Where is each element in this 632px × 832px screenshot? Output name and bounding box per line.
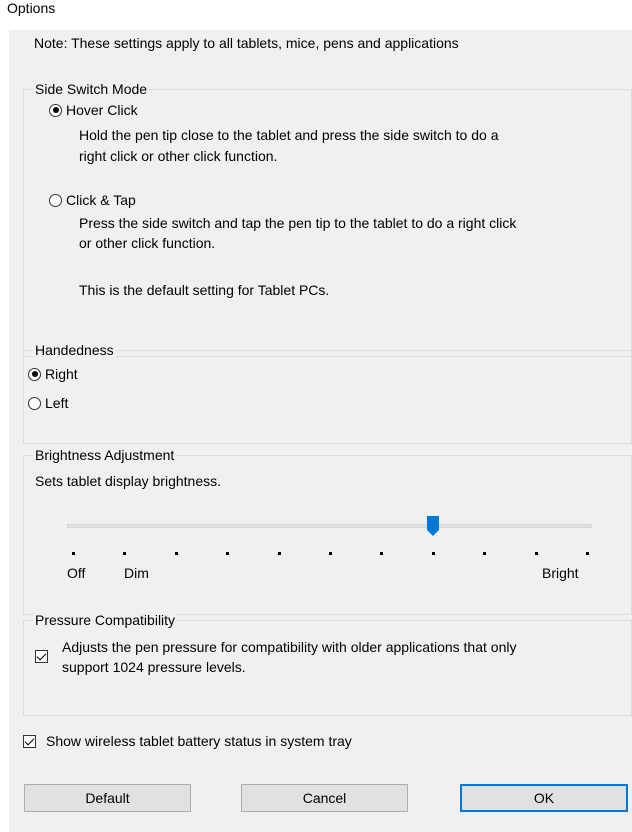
radio-indicator[interactable] bbox=[49, 103, 62, 117]
pressure-desc-1: Adjusts the pen pressure for compatibili… bbox=[62, 639, 517, 655]
hover-click-label: Hover Click bbox=[66, 102, 138, 118]
pressure-desc-2: support 1024 pressure levels. bbox=[62, 659, 246, 675]
note-text: Note: These settings apply to all tablet… bbox=[34, 35, 459, 51]
dialog-client: Note: These settings apply to all tablet… bbox=[9, 30, 632, 832]
side-switch-legend: Side Switch Mode bbox=[33, 80, 150, 98]
brightness-legend: Brightness Adjustment bbox=[33, 446, 177, 464]
brightness-tick bbox=[483, 552, 487, 555]
handedness-right-radio[interactable]: Right bbox=[28, 366, 78, 382]
brightness-slider-track[interactable] bbox=[67, 524, 592, 528]
brightness-tick bbox=[277, 552, 281, 555]
brightness-tick bbox=[534, 552, 538, 555]
checkbox-indicator[interactable] bbox=[23, 734, 36, 748]
radio-indicator[interactable] bbox=[49, 193, 62, 207]
tick-label-dim: Dim bbox=[124, 565, 149, 581]
hover-click-radio[interactable]: Hover Click bbox=[49, 102, 138, 118]
window-title: Options bbox=[7, 0, 56, 16]
checkbox-indicator[interactable] bbox=[35, 650, 48, 663]
pressure-legend: Pressure Compatibility bbox=[33, 611, 178, 629]
battery-status-checkbox[interactable]: Show wireless tablet battery status in s… bbox=[23, 733, 352, 749]
ok-button[interactable]: OK bbox=[460, 784, 628, 812]
hover-click-desc-1: Hold the pen tip close to the tablet and… bbox=[79, 127, 499, 143]
handedness-right-label: Right bbox=[45, 366, 78, 382]
click-tap-desc-3: This is the default setting for Tablet P… bbox=[79, 282, 330, 298]
handedness-group: Handedness bbox=[23, 341, 632, 444]
brightness-tick bbox=[72, 552, 75, 555]
radio-indicator[interactable] bbox=[28, 367, 41, 381]
brightness-tick bbox=[380, 552, 384, 555]
click-tap-radio[interactable]: Click & Tap bbox=[49, 192, 136, 208]
cancel-button[interactable]: Cancel bbox=[241, 784, 408, 812]
brightness-tick bbox=[329, 552, 332, 555]
click-tap-desc-1: Press the side switch and tap the pen ti… bbox=[79, 215, 517, 231]
battery-status-label: Show wireless tablet battery status in s… bbox=[46, 733, 352, 749]
tick-label-bright: Bright bbox=[542, 565, 579, 581]
hover-click-desc-2: right click or other click function. bbox=[79, 148, 278, 164]
brightness-tick bbox=[586, 552, 589, 555]
title-bar: Options bbox=[0, 0, 632, 30]
click-tap-desc-2: or other click function. bbox=[79, 235, 216, 251]
pressure-checkbox[interactable] bbox=[35, 650, 58, 663]
handedness-left-radio[interactable]: Left bbox=[28, 395, 68, 411]
click-tap-label: Click & Tap bbox=[66, 192, 136, 208]
brightness-tick bbox=[174, 552, 178, 555]
brightness-tick bbox=[226, 552, 230, 555]
brightness-slider-thumb[interactable] bbox=[426, 516, 439, 536]
default-button[interactable]: Default bbox=[24, 784, 191, 812]
brightness-desc: Sets tablet display brightness. bbox=[35, 473, 221, 489]
tick-label-off: Off bbox=[67, 565, 86, 581]
handedness-legend: Handedness bbox=[33, 341, 116, 359]
brightness-tick bbox=[123, 552, 127, 555]
radio-indicator[interactable] bbox=[28, 396, 41, 410]
brightness-tick bbox=[431, 552, 435, 555]
handedness-left-label: Left bbox=[45, 395, 69, 411]
